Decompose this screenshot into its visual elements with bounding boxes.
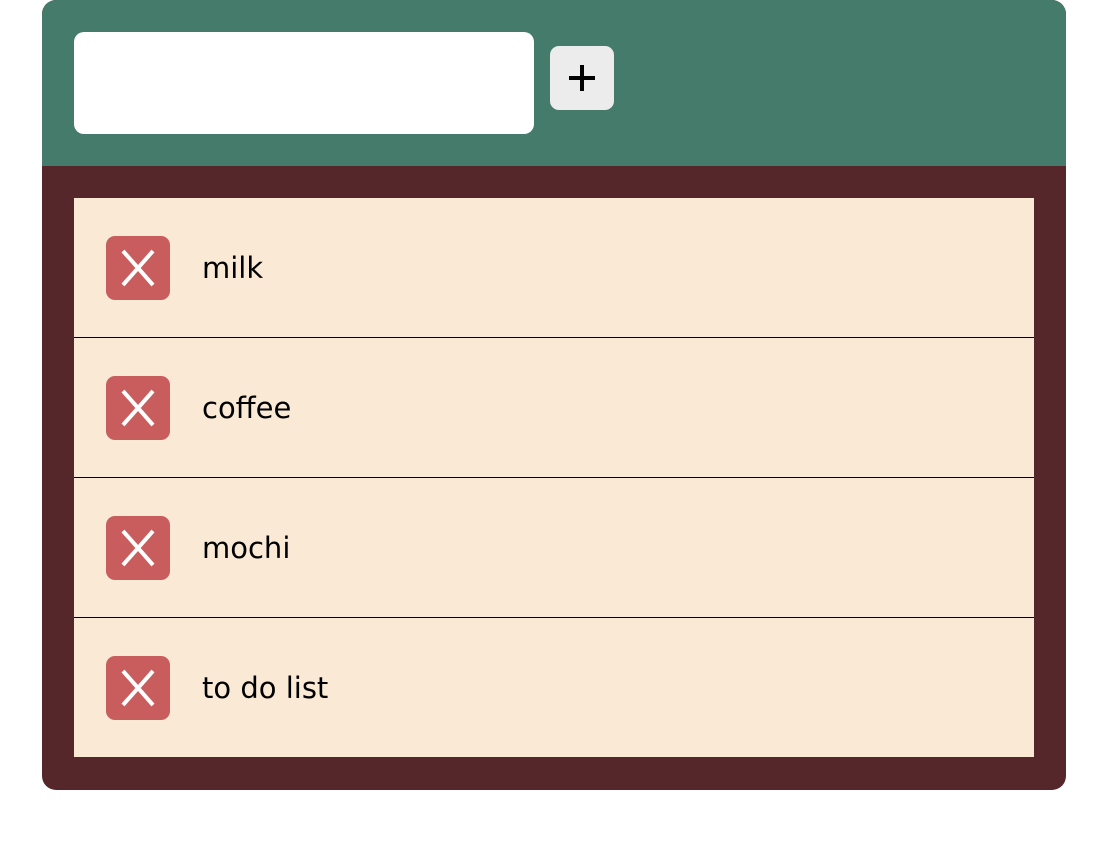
todo-app: milk coffee mochi to do list (42, 0, 1066, 790)
todo-list: milk coffee mochi to do list (74, 198, 1034, 757)
item-label: mochi (202, 531, 291, 565)
x-icon (121, 389, 155, 427)
list-item: coffee (74, 338, 1034, 478)
list-item: mochi (74, 478, 1034, 618)
delete-button[interactable] (106, 376, 170, 440)
add-button[interactable] (550, 46, 614, 110)
plus-icon (569, 65, 595, 91)
todo-input[interactable] (74, 32, 534, 134)
delete-button[interactable] (106, 236, 170, 300)
delete-button[interactable] (106, 516, 170, 580)
list-item: to do list (74, 618, 1034, 758)
item-label: coffee (202, 391, 292, 425)
list-item: milk (74, 198, 1034, 338)
item-label: to do list (202, 671, 329, 705)
x-icon (121, 249, 155, 287)
header (42, 0, 1066, 166)
item-label: milk (202, 251, 264, 285)
x-icon (121, 669, 155, 707)
x-icon (121, 529, 155, 567)
delete-button[interactable] (106, 656, 170, 720)
